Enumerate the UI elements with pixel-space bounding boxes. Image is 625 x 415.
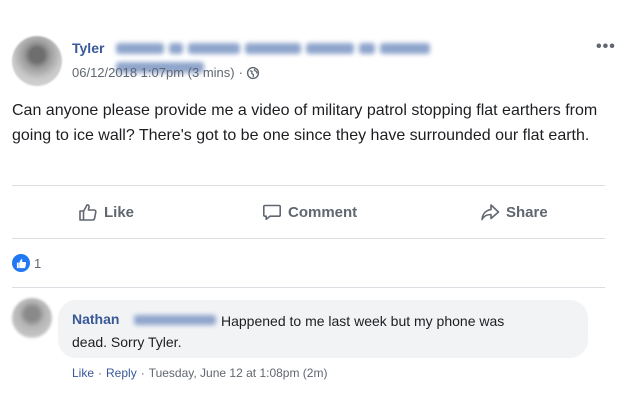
reaction-count: 1: [34, 255, 42, 271]
commenter-lastname-blurred: [134, 313, 216, 325]
share-button[interactable]: Share: [480, 194, 548, 230]
post-timestamp[interactable]: 06/12/2018 1:07pm (3 mins): [72, 65, 235, 80]
commenter-name[interactable]: Nathan: [72, 311, 119, 327]
comment-timestamp[interactable]: Tuesday, June 12 at 1:08pm (2m): [149, 366, 328, 380]
post-action-bar: Like Comment Share: [12, 194, 605, 230]
divider-middle: [12, 238, 605, 239]
group-name-blurred: [116, 40, 524, 73]
comment-actions: Like · Reply · Tuesday, June 12 at 1:08p…: [72, 366, 327, 380]
comment-reply-link[interactable]: Reply: [106, 366, 137, 380]
globe-icon[interactable]: [246, 66, 260, 80]
comment-separator: ·: [140, 366, 145, 380]
comment-icon: [263, 204, 281, 220]
facebook-post: Tyler 06/12/2018 1:07pm (3 mins) · ••• C…: [0, 0, 625, 415]
like-button[interactable]: Like: [78, 194, 134, 230]
divider-comments: [12, 287, 605, 288]
comment-text-line2: dead. Sorry Tyler.: [72, 334, 182, 350]
author-avatar[interactable]: [12, 36, 62, 86]
comment-button[interactable]: Comment: [262, 194, 357, 230]
thumbs-up-icon: [79, 204, 97, 221]
reactions-summary[interactable]: 1: [12, 254, 41, 272]
like-reaction-icon: [12, 254, 30, 272]
commenter-avatar[interactable]: [12, 298, 52, 338]
comment-label: Comment: [288, 203, 358, 221]
share-icon: [481, 204, 500, 221]
share-label: Share: [506, 203, 548, 221]
meta-separator: ·: [238, 65, 243, 80]
like-label: Like: [104, 203, 135, 221]
comment-text-line1: Happened to me last week but my phone wa…: [221, 313, 505, 329]
post-body-text: Can anyone please provide me a video of …: [12, 102, 598, 144]
comment-separator: ·: [98, 366, 103, 380]
divider-top: [12, 185, 605, 186]
comment-like-link[interactable]: Like: [72, 366, 94, 380]
more-options-icon[interactable]: •••: [596, 38, 616, 56]
post-meta: 06/12/2018 1:07pm (3 mins) ·: [72, 65, 260, 80]
author-name[interactable]: Tyler: [72, 40, 104, 56]
